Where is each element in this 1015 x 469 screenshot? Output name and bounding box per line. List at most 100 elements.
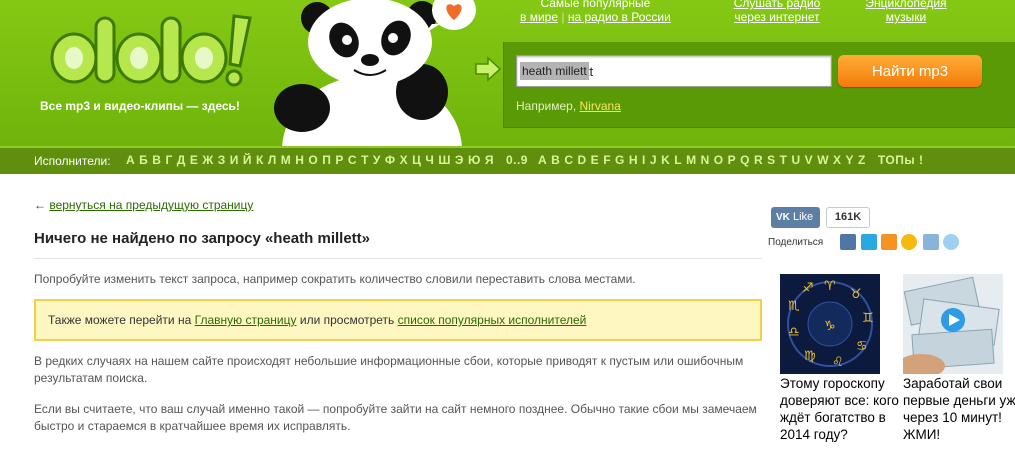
ad-text[interactable]: Этому гороскопу доверяют все: кого ждёт …	[780, 375, 900, 443]
alphabet-letter-link[interactable]: X	[833, 153, 842, 167]
alphabet-letter-link[interactable]: Г	[165, 153, 172, 167]
share-label: Поделиться	[768, 237, 824, 248]
alphabet-letter-link[interactable]: Т	[361, 153, 369, 167]
notice-mid: или просмотреть	[299, 313, 395, 327]
alphabet-letter-link[interactable]: Ж	[202, 153, 213, 167]
encyclopedia-link-line1[interactable]: Энциклопедия	[865, 0, 946, 10]
alphabet-letter-link[interactable]: Э	[455, 153, 464, 167]
top-nav: Самые популярные в мире | на радио в Рос…	[0, 0, 1015, 30]
popular-artists-link[interactable]: список популярных исполнителей	[398, 313, 587, 327]
example-link[interactable]: Nirvana	[580, 99, 621, 113]
alphabet-letter-link[interactable]: 0..9	[506, 153, 528, 167]
back-arrow-icon: ←	[34, 198, 46, 212]
alphabet-letter-link[interactable]: N	[701, 153, 710, 167]
search-button[interactable]: Найти mp3	[838, 55, 982, 87]
alphabet-letter-link[interactable]: Д	[177, 153, 186, 167]
notice-box: Также можете перейти на Главную страницу…	[34, 299, 762, 341]
svg-text:♍: ♍	[804, 349, 816, 364]
ad-text[interactable]: Заработай свои первые деньги уже через 1…	[903, 375, 1015, 443]
alphabet-letter-link[interactable]: Л	[268, 153, 277, 167]
alphabet-letter-link[interactable]: Ш	[438, 153, 451, 167]
alphabet-letter-link[interactable]: О	[308, 153, 318, 167]
popular-radio-russia-link[interactable]: на радио в России	[568, 10, 671, 24]
alphabet-letter-link[interactable]: В	[152, 153, 161, 167]
alphabet-letter-link[interactable]: J	[650, 153, 657, 167]
alphabet-letter-link[interactable]: Н	[295, 153, 304, 167]
alphabet-letter-link[interactable]: A	[538, 153, 547, 167]
alphabet-letter-link[interactable]: И	[230, 153, 239, 167]
alphabet-letter-link[interactable]: Y	[846, 153, 855, 167]
popular-link-title: Самые популярные	[540, 0, 651, 10]
twitter-share-icon[interactable]	[861, 234, 877, 250]
money-image[interactable]	[897, 274, 1003, 378]
example-label: Например,	[516, 99, 577, 113]
vk-like-button[interactable]: VK Like	[771, 207, 820, 228]
alphabet-letter-link[interactable]: Х	[400, 153, 409, 167]
alphabet-letter-link[interactable]: G	[615, 153, 625, 167]
odnoklassniki-share-icon[interactable]	[881, 234, 897, 250]
alphabet-letter-link[interactable]: К	[256, 153, 264, 167]
liveinternet-share-icon[interactable]	[943, 234, 959, 250]
vk-share-icon[interactable]	[840, 234, 856, 250]
alphabet-letters: А Б В Г Д Е Ж З И Й К Л М Н О П Р С Т У Ф Х Ц Ч Ш Э Ю Я 0..9 A B C D E F G H…	[126, 153, 924, 167]
alphabet-letter-link[interactable]: З	[218, 153, 226, 167]
alphabet-letter-link[interactable]: B	[551, 153, 560, 167]
radio-link-line1[interactable]: Слушать радио	[734, 0, 821, 10]
alphabet-letter-link[interactable]: ТОПы !	[878, 153, 924, 167]
alphabet-letter-link[interactable]: K	[661, 153, 670, 167]
divider	[34, 258, 762, 259]
alphabet-letter-link[interactable]: Б	[139, 153, 148, 167]
alphabet-letter-link[interactable]: Е	[190, 153, 199, 167]
alphabet-letter-link[interactable]: П	[322, 153, 331, 167]
tagline: Все mp3 и видео-клипы — здесь!	[40, 99, 240, 113]
alphabet-letter-link[interactable]: Z	[858, 153, 866, 167]
alphabet-letter-link[interactable]: Ц	[412, 153, 421, 167]
alphabet-letter-link[interactable]: E	[591, 153, 600, 167]
back-link[interactable]: вернуться на предыдущую страницу	[49, 198, 253, 212]
svg-text:♏: ♏	[788, 299, 800, 314]
livejournal-share-icon[interactable]	[923, 234, 939, 250]
alphabet-letter-link[interactable]: U	[792, 153, 801, 167]
encyclopedia-link-line2[interactable]: музыки	[886, 10, 926, 24]
alphabet-letter-link[interactable]: I	[642, 153, 646, 167]
alphabet-letter-link[interactable]: W	[817, 153, 829, 167]
home-page-link[interactable]: Главную страницу	[195, 313, 297, 327]
alphabet-letter-link[interactable]: H	[629, 153, 638, 167]
alphabet-letter-link[interactable]: L	[674, 153, 682, 167]
encyclopedia-link[interactable]: Энциклопедия музыки	[846, 0, 966, 24]
separator: |	[561, 10, 565, 24]
popular-world-link[interactable]: в мире	[520, 10, 558, 24]
alphabet-letter-link[interactable]: М	[281, 153, 292, 167]
alphabet-letter-link[interactable]: R	[754, 153, 763, 167]
radio-link[interactable]: Слушать радио через интернет	[712, 0, 842, 24]
alphabet-letter-link[interactable]: А	[126, 153, 135, 167]
arrow-right-icon	[474, 55, 502, 83]
horoscope-image[interactable]: ♈ ♉ ♊ ♋ ♌ ♍ ♎ ♏ ♐ ♑	[780, 274, 880, 374]
alphabet-letter-link[interactable]: S	[767, 153, 776, 167]
alphabet-letter-link[interactable]: T	[780, 153, 788, 167]
alphabet-letter-link[interactable]: Ю	[468, 153, 481, 167]
alphabet-letter-link[interactable]: У	[373, 153, 381, 167]
alphabet-letter-link[interactable]: Q	[740, 153, 750, 167]
svg-text:♈: ♈	[824, 279, 836, 294]
mailru-share-icon[interactable]	[901, 234, 917, 250]
alphabet-label: Исполнители:	[34, 154, 111, 168]
alphabet-letter-link[interactable]: Ф	[385, 153, 396, 167]
alphabet-letter-link[interactable]: Ч	[425, 153, 434, 167]
search-example: Например, Nirvana	[516, 99, 621, 113]
alphabet-letter-link[interactable]: P	[728, 153, 737, 167]
alphabet-letter-link[interactable]: F	[603, 153, 611, 167]
alphabet-letter-link[interactable]: O	[714, 153, 724, 167]
alphabet-letter-link[interactable]: Я	[485, 153, 494, 167]
alphabet-letter-link[interactable]: V	[805, 153, 814, 167]
alphabet-letter-link[interactable]: Р	[335, 153, 344, 167]
alphabet-letter-link[interactable]: Й	[243, 153, 252, 167]
alphabet-letter-link[interactable]: C	[564, 153, 573, 167]
popular-link[interactable]: Самые популярные в мире | на радио в Рос…	[520, 0, 671, 24]
alphabet-letter-link[interactable]: M	[686, 153, 697, 167]
alphabet-letter-link[interactable]: D	[578, 153, 587, 167]
alphabet-letter-link[interactable]: С	[348, 153, 357, 167]
svg-text:♌: ♌	[832, 355, 844, 370]
radio-link-line2[interactable]: через интернет	[734, 10, 819, 24]
vk-like-count: 161K	[826, 207, 870, 228]
